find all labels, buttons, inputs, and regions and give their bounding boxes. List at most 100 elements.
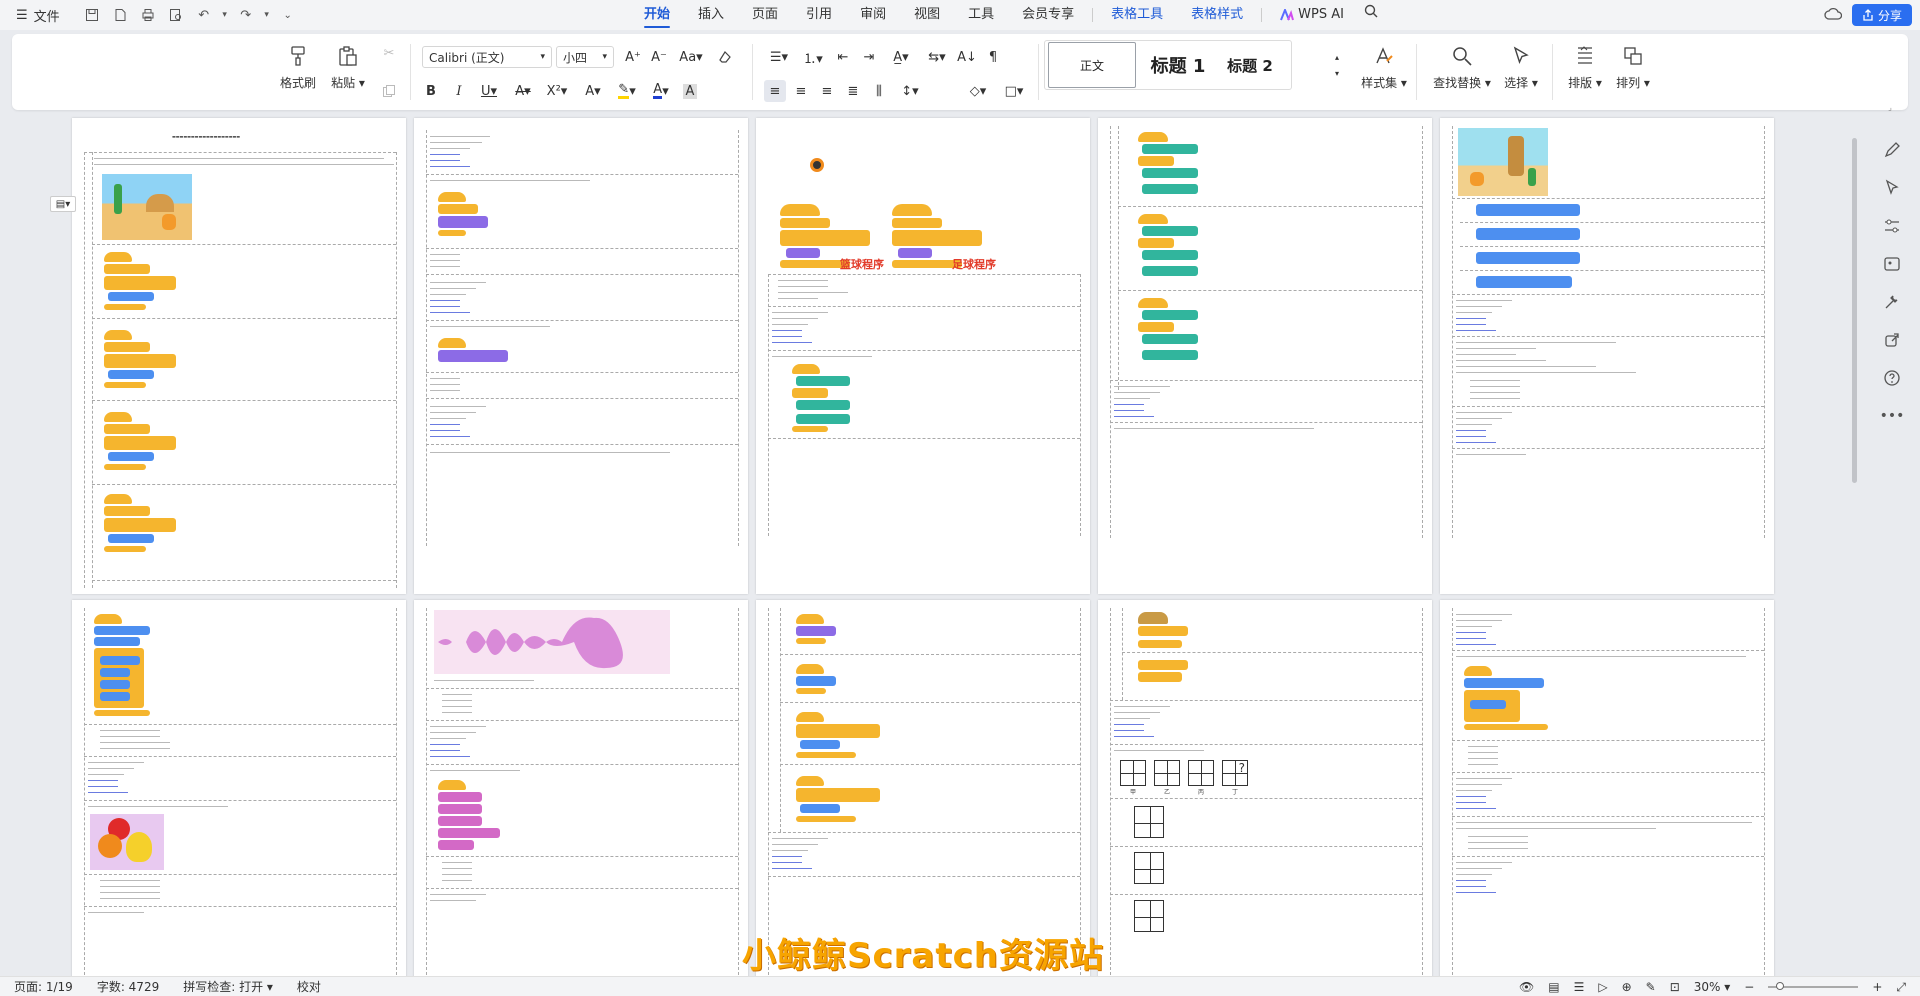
word-count[interactable]: 字数: 4729: [83, 978, 169, 995]
align-right-icon[interactable]: ≡: [816, 80, 838, 102]
cloud-sync-icon[interactable]: [1824, 7, 1843, 24]
page-8[interactable]: [756, 600, 1090, 976]
page-7[interactable]: [414, 600, 748, 976]
cut-icon[interactable]: ✂: [378, 42, 400, 64]
page-4[interactable]: [1098, 118, 1432, 594]
undo-dropdown-icon[interactable]: ▾: [220, 4, 230, 26]
cursor-icon[interactable]: [1882, 178, 1902, 198]
tab-insert[interactable]: 插入: [684, 0, 738, 30]
numbered-list-icon[interactable]: ⒈▾: [798, 46, 828, 68]
text-effect-icon[interactable]: A▾: [578, 80, 608, 102]
write-icon[interactable]: ✎: [1646, 980, 1656, 994]
zoom-in-icon[interactable]: +: [1872, 980, 1882, 994]
spellcheck-toggle[interactable]: 拼写检查: 打开 ▾: [169, 978, 283, 995]
select-button[interactable]: 选择 ▾: [1496, 44, 1546, 91]
tab-wps-ai[interactable]: WPS AI: [1266, 0, 1358, 30]
customize-toolbar-icon[interactable]: ⌄: [276, 4, 300, 26]
find-replace-button[interactable]: 查找替换 ▾: [1430, 44, 1494, 91]
char-shading-icon[interactable]: A: [680, 80, 700, 102]
paste-button[interactable]: 粘贴 ▾: [324, 44, 372, 91]
proofread-button[interactable]: 校对: [283, 978, 331, 995]
style-heading-2[interactable]: 标题 2: [1218, 42, 1282, 88]
strikethrough-icon[interactable]: A▾: [508, 80, 538, 102]
style-normal[interactable]: 正文: [1048, 42, 1136, 88]
zoom-out-icon[interactable]: −: [1744, 980, 1754, 994]
eye-protect-icon[interactable]: 👁: [1519, 980, 1534, 994]
shading-icon[interactable]: ◇▾: [962, 80, 994, 102]
align-left-icon[interactable]: ≡: [764, 80, 786, 102]
save-icon[interactable]: [80, 4, 104, 26]
arrange-button[interactable]: 排列 ▾: [1608, 44, 1658, 91]
font-name-select[interactable]: Calibri (正文) ▾: [422, 46, 552, 68]
tab-home[interactable]: 开始: [630, 0, 684, 30]
underline-icon[interactable]: U▾: [474, 80, 504, 102]
justify-icon[interactable]: ≣: [842, 80, 864, 102]
increase-indent-icon[interactable]: ⇥: [858, 46, 880, 68]
align-center-icon[interactable]: ≡: [790, 80, 812, 102]
web-view-icon[interactable]: ⊕: [1622, 980, 1632, 994]
decrease-font-icon[interactable]: A⁻: [648, 46, 670, 68]
fit-page-icon[interactable]: ⊡: [1670, 980, 1680, 994]
bullet-list-icon[interactable]: ☰▾: [764, 46, 794, 68]
outline-toggle-icon[interactable]: ▤▾: [50, 196, 76, 212]
highlight-icon[interactable]: ✎ ▾: [612, 80, 642, 102]
tab-references[interactable]: 引用: [792, 0, 846, 30]
decrease-indent-icon[interactable]: ⇤: [832, 46, 854, 68]
tab-member[interactable]: 会员专享: [1008, 0, 1088, 30]
zoom-level[interactable]: 30% ▾: [1694, 980, 1731, 994]
undo-icon[interactable]: ↶: [192, 4, 216, 26]
page-5[interactable]: [1440, 118, 1774, 594]
format-painter-button[interactable]: 格式刷: [274, 44, 322, 91]
font-color-icon[interactable]: A ▾: [646, 80, 676, 102]
print-preview-icon[interactable]: [164, 4, 188, 26]
layout-button[interactable]: 排版 ▾: [1560, 44, 1610, 91]
more-icon[interactable]: •••: [1880, 406, 1905, 426]
superscript-icon[interactable]: X²▾: [542, 80, 572, 102]
copy-icon[interactable]: [378, 80, 400, 102]
font-size-select[interactable]: 小四 ▾: [556, 46, 614, 68]
tab-table-style[interactable]: 表格样式: [1177, 0, 1257, 30]
show-marks-icon[interactable]: ¶: [982, 46, 1004, 68]
play-icon[interactable]: ▷: [1598, 980, 1607, 994]
tab-view[interactable]: 视图: [900, 0, 954, 30]
tab-review[interactable]: 审阅: [846, 0, 900, 30]
sort-icon[interactable]: A↓: [956, 46, 978, 68]
outline-view-icon[interactable]: ☰: [1574, 980, 1585, 994]
share-button[interactable]: 分享: [1851, 4, 1912, 26]
pen-icon[interactable]: [1882, 140, 1902, 160]
style-heading-1[interactable]: 标题 1: [1140, 42, 1216, 88]
chinese-layout-icon[interactable]: A̲▾: [884, 46, 918, 68]
bold-icon[interactable]: B: [420, 80, 442, 102]
tab-page[interactable]: 页面: [738, 0, 792, 30]
scrollbar-thumb[interactable]: [1852, 138, 1857, 483]
ribbon-expand-icon[interactable]: ⌟: [1884, 96, 1896, 118]
italic-icon[interactable]: I: [448, 80, 470, 102]
search-icon[interactable]: [1358, 0, 1384, 30]
redo-icon[interactable]: ↷: [234, 4, 258, 26]
page-6[interactable]: [72, 600, 406, 976]
image-icon[interactable]: [1882, 254, 1902, 274]
page-indicator[interactable]: 页面: 1/19: [0, 978, 83, 995]
page-9[interactable]: ? 甲 乙 丙 丁: [1098, 600, 1432, 976]
page-view-icon[interactable]: ▤: [1548, 980, 1559, 994]
share-icon[interactable]: [1882, 330, 1902, 350]
page-2[interactable]: [414, 118, 748, 594]
fullscreen-icon[interactable]: ⤢: [1896, 980, 1906, 995]
tab-table-tools[interactable]: 表格工具: [1097, 0, 1177, 30]
page-10[interactable]: [1440, 600, 1774, 976]
line-spacing-icon[interactable]: ↕▾: [894, 80, 926, 102]
tab-tools[interactable]: 工具: [954, 0, 1008, 30]
document-canvas[interactable]: ▬▬▬▬▬▬▬▬▬▬▬▬▬▬▬▬▬▬ ▤▾ 篮球程序 足球程序 ? 甲 乙 丙 …: [0, 114, 1848, 976]
file-menu[interactable]: ☰ 文件: [0, 6, 70, 25]
print-icon[interactable]: [136, 4, 160, 26]
zoom-slider[interactable]: [1768, 982, 1859, 990]
tools-icon[interactable]: [1882, 292, 1902, 312]
page-3[interactable]: 篮球程序 足球程序: [756, 118, 1090, 594]
text-direction-icon[interactable]: ⇆▾: [922, 46, 952, 68]
page-1[interactable]: ▬▬▬▬▬▬▬▬▬▬▬▬▬▬▬▬▬▬: [72, 118, 406, 594]
distributed-icon[interactable]: ⫼: [868, 80, 890, 102]
border-icon[interactable]: □▾: [998, 80, 1030, 102]
change-case-icon[interactable]: Aa▾: [674, 46, 708, 68]
increase-font-icon[interactable]: A⁺: [622, 46, 644, 68]
style-scroll-down-icon[interactable]: ▾: [1330, 62, 1344, 84]
